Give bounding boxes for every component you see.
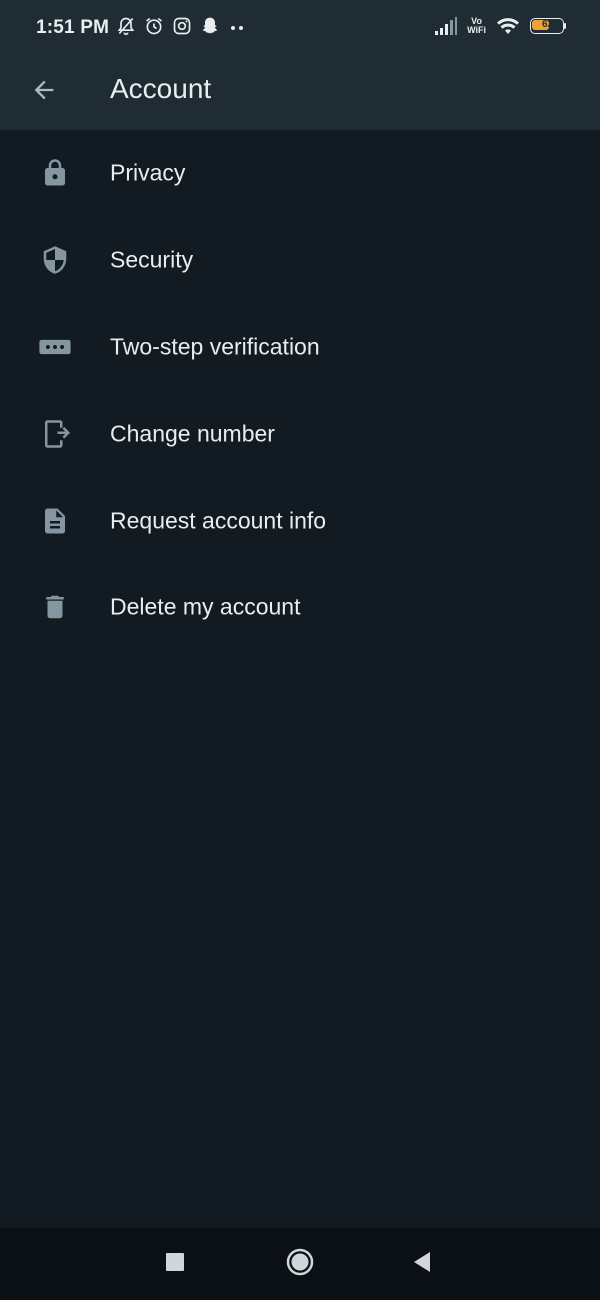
back-button[interactable] [22,70,66,114]
account-menu-list: Privacy Security Two-step verification C… [0,130,600,651]
menu-item-label: Privacy [110,159,186,186]
muted-bell-icon [116,16,136,36]
lock-icon [36,154,74,192]
phone-transfer-icon [36,415,74,453]
menu-item-request-account-info[interactable]: Request account info [0,477,600,564]
menu-item-label: Change number [110,420,275,447]
snapchat-icon [200,16,220,36]
recents-square-icon [165,1252,185,1277]
password-dots-icon [36,328,74,366]
menu-item-delete-my-account[interactable]: Delete my account [0,564,600,651]
menu-item-label: Two-step verification [110,333,320,360]
recents-button[interactable] [153,1242,197,1286]
vowifi-icon: Vo WiFi [467,17,486,35]
home-button[interactable] [278,1242,322,1286]
status-time: 1:51 PM [36,17,110,38]
shield-icon [36,241,74,279]
menu-item-two-step-verification[interactable]: Two-step verification [0,304,600,391]
menu-item-label: Security [110,246,194,273]
menu-item-label: Delete my account [110,593,301,620]
battery-icon: 62 [530,18,566,34]
status-left-icons [116,16,246,36]
arrow-left-icon [30,76,58,109]
back-triangle-icon [412,1251,432,1278]
status-bar: 1:51 PM Vo WiFi 62 [0,0,600,56]
menu-item-privacy[interactable]: Privacy [0,130,600,217]
page-title: Account [110,73,212,104]
system-nav-bar [0,1228,600,1300]
signal-icon [435,17,458,35]
app-bar: Account [0,56,600,130]
document-icon [36,502,74,540]
more-dots-icon [228,16,246,36]
menu-item-change-number[interactable]: Change number [0,390,600,477]
system-back-button[interactable] [400,1242,444,1286]
instagram-icon [172,16,192,36]
battery-level: 62 [541,19,554,30]
status-right-icons: Vo WiFi 62 [435,16,566,36]
vowifi-bottom-label: WiFi [467,25,486,35]
trash-icon [36,588,74,626]
menu-item-security[interactable]: Security [0,217,600,304]
wifi-icon [496,16,520,36]
alarm-clock-icon [144,16,164,36]
menu-item-label: Request account info [110,507,327,534]
home-circle-icon [286,1248,314,1281]
